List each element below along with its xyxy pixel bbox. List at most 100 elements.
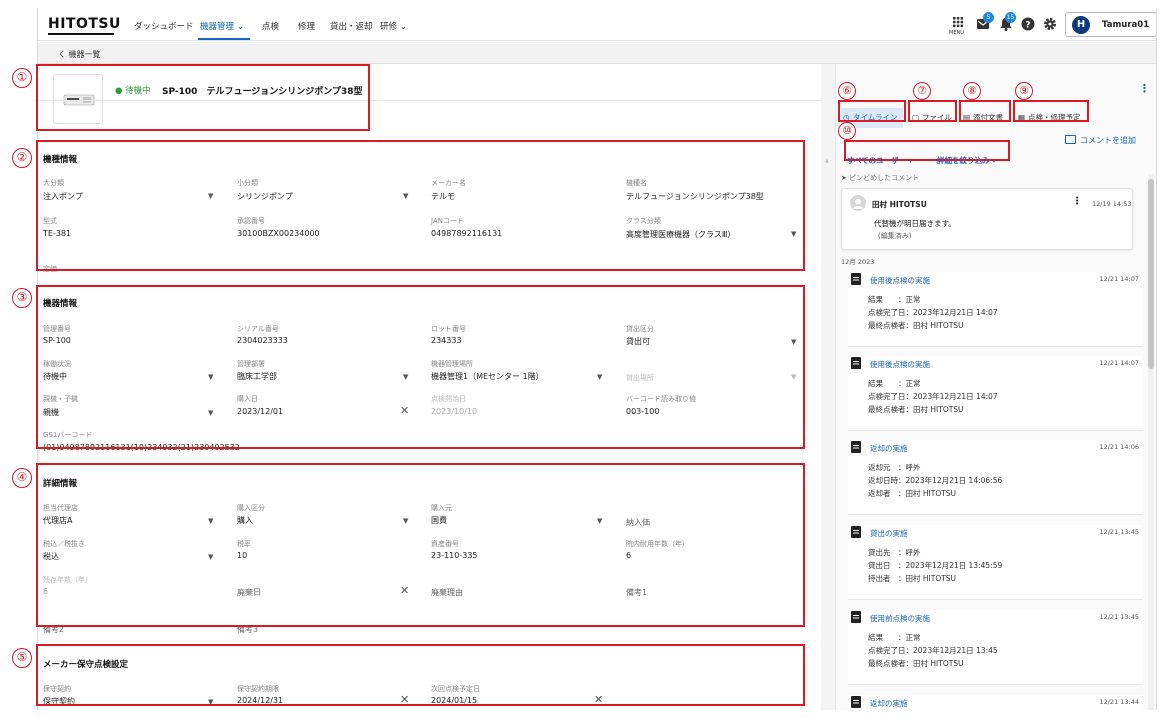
class-select[interactable]: 高度管理医療機器（クラスⅢ） xyxy=(626,229,735,240)
user-menu[interactable]: H Tamura01 xyxy=(1065,12,1156,37)
clear-icon[interactable]: ✕ xyxy=(400,693,409,706)
field-label: GS1バーコード xyxy=(43,431,93,439)
app-logo[interactable]: HITOTSU xyxy=(48,16,121,32)
nav-inspection[interactable]: 点検 xyxy=(262,20,279,32)
chevron-down-icon[interactable]: ▼ xyxy=(208,517,213,525)
tab-attachment[interactable]: ▤ 添付文書 xyxy=(961,108,1011,128)
tab-inspection-plan[interactable]: ▦ 点検・修理予定 xyxy=(1016,108,1090,128)
timeline-item-time: 12/21 14:07 xyxy=(1099,275,1139,283)
timeline-item-title[interactable]: 使用後点検の実施 xyxy=(870,359,930,370)
chevron-down-icon[interactable]: ▼ xyxy=(597,373,602,381)
chevron-down-icon[interactable]: ▼ xyxy=(208,553,213,561)
contract-expiry-field[interactable]: 2024/12/31 xyxy=(237,696,283,705)
lend-icon xyxy=(851,526,861,538)
section-maker-maintenance-title: メーカー保守点検設定 xyxy=(43,660,129,670)
nav-training[interactable]: 研修 ⌄ xyxy=(380,20,407,32)
user-filter-dropdown[interactable]: すべてのユーザー ▾ xyxy=(847,155,912,166)
nav-lending[interactable]: 貸出・返却 xyxy=(330,20,373,32)
timeline-item-detail: 返却者 ：田村 HITOTSU xyxy=(868,489,957,498)
breadcrumb-back-link[interactable]: く 機器一覧 xyxy=(58,49,101,60)
jan-code-field[interactable]: 04987892116131 xyxy=(431,229,502,238)
add-comment-button[interactable]: コメントを追加 xyxy=(1065,135,1136,146)
model-number-field[interactable]: TE-381 xyxy=(43,229,71,238)
note2-field[interactable]: 備考2 xyxy=(43,624,64,635)
note1-field[interactable]: 備考1 xyxy=(626,587,647,598)
purchase-type-select[interactable]: 購入 xyxy=(237,515,253,526)
field-label: バーコード読み取り値 xyxy=(626,395,696,403)
useful-life-field[interactable]: 6 xyxy=(626,551,631,560)
list-price-field[interactable]: 定価 xyxy=(43,264,57,274)
chevron-down-icon[interactable]: ▼ xyxy=(791,373,796,381)
tax-rate-field[interactable]: 10 xyxy=(237,551,247,560)
clear-icon[interactable]: ✕ xyxy=(594,693,603,706)
field-label: 型式 xyxy=(43,217,57,225)
maker-name-field[interactable]: テルモ xyxy=(431,191,455,202)
tax-type-select[interactable]: 税込 xyxy=(43,551,59,562)
chevron-down-icon[interactable]: ▼ xyxy=(403,373,408,381)
field-label: 購入区分 xyxy=(237,504,265,512)
operation-status-select[interactable]: 待機中 xyxy=(43,371,67,382)
parent-child-select[interactable]: 親機 xyxy=(43,407,59,418)
mail-badge: 5 xyxy=(983,12,994,23)
nav-dashboard[interactable]: ダッシュボード xyxy=(134,20,194,32)
annotation-number-4: ④ xyxy=(12,468,32,488)
timeline-item-title[interactable]: 使用後点検の実施 xyxy=(870,275,930,286)
timeline-pane: ⋮ ◷ タイムライン ▢ ファイル ▤ 添付文書 ▦ 点検・修理予定 コメントを… xyxy=(835,64,1156,710)
timeline-item-title[interactable]: 返却の実施 xyxy=(870,443,908,454)
tab-attachment-label: 添付文書 xyxy=(973,113,1003,122)
chevron-down-icon[interactable]: ▼ xyxy=(208,373,213,381)
timeline-item-title[interactable]: 返却の実施 xyxy=(870,698,908,709)
delivery-price-field[interactable]: 納入価 xyxy=(626,517,650,528)
chevron-down-icon[interactable]: ▼ xyxy=(208,192,213,200)
more-vert-icon[interactable]: ⋮ xyxy=(1139,82,1150,95)
approval-number-field[interactable]: 30100BZX00234000 xyxy=(237,229,320,238)
nav-repair[interactable]: 修理 xyxy=(298,20,315,32)
annotation-number-3: ③ xyxy=(12,288,32,308)
pinned-label-text: ピンどめしたコメント xyxy=(849,174,920,182)
disposal-date-field[interactable]: 廃棄日 xyxy=(237,587,261,598)
serial-number-field[interactable]: 2304023333 xyxy=(237,336,288,345)
gear-icon[interactable] xyxy=(1042,16,1058,32)
timeline-scrollbar-thumb[interactable] xyxy=(1148,179,1154,369)
timeline-item: 返却の実施 12/21 13:44 xyxy=(848,695,1143,710)
agency-select[interactable]: 代理店A xyxy=(43,515,72,526)
location-select[interactable]: 機器管理1（MEセンター 1階） xyxy=(431,371,544,382)
timeline-item-title[interactable]: 使用前点検の実施 xyxy=(870,613,930,624)
chevron-down-icon[interactable]: ▼ xyxy=(403,517,408,525)
purchase-source-select[interactable]: 国費 xyxy=(431,515,447,526)
comment-menu-icon[interactable]: ⋮ xyxy=(1072,196,1082,207)
gs1-barcode-field[interactable]: (01)04987892116131(10)234032(21)23040253… xyxy=(43,443,240,452)
department-select[interactable]: 臨床工学部 xyxy=(237,371,277,382)
lending-location-select[interactable]: 貸出場所 xyxy=(626,373,654,383)
major-category-select[interactable]: 注入ポンプ xyxy=(43,191,83,202)
timeline-item-title[interactable]: 貸出の実施 xyxy=(870,528,908,539)
note3-field[interactable]: 備考3 xyxy=(237,624,258,635)
management-number-field[interactable]: SP-100 xyxy=(43,336,71,345)
field-label: シリアル番号 xyxy=(237,325,279,333)
tab-file[interactable]: ▢ ファイル xyxy=(910,108,956,128)
chevron-down-icon[interactable]: ▼ xyxy=(208,698,213,706)
nav-device-management[interactable]: 機器管理 ⌄ xyxy=(200,20,244,32)
chevron-down-icon[interactable]: ▼ xyxy=(403,192,408,200)
purchase-date-field[interactable]: 2023/12/01 xyxy=(237,407,283,416)
chevron-down-icon[interactable]: ▼ xyxy=(791,338,796,346)
help-icon[interactable]: ? xyxy=(1020,16,1036,32)
field-label: 購入日 xyxy=(237,395,258,403)
maintenance-contract-select[interactable]: 保守契約 xyxy=(43,696,75,707)
detail-filter-dropdown[interactable]: 詳細を絞り込み ▾ xyxy=(937,155,996,166)
clear-icon[interactable]: ✕ xyxy=(400,404,409,417)
section-device-info-title: 機器情報 xyxy=(43,299,78,309)
chevron-down-icon[interactable]: ▼ xyxy=(791,230,796,238)
chevron-down-icon[interactable]: ▼ xyxy=(208,409,213,417)
barcode-value-field[interactable]: 003-100 xyxy=(626,407,659,416)
disposal-reason-field[interactable]: 廃棄理由 xyxy=(431,587,463,598)
minor-category-select[interactable]: シリンジポンプ xyxy=(237,191,293,202)
model-name-field[interactable]: テルフュージョンシリンジポンプ38型 xyxy=(626,191,764,202)
asset-number-field[interactable]: 23-110-335 xyxy=(431,551,478,560)
next-inspection-date-field[interactable]: 2024/01/15 xyxy=(431,696,477,705)
pane-divider[interactable]: ▲ xyxy=(821,64,835,710)
clear-icon[interactable]: ✕ xyxy=(400,584,409,597)
lending-class-select[interactable]: 貸出可 xyxy=(626,336,650,347)
chevron-down-icon[interactable]: ▼ xyxy=(597,517,602,525)
lot-number-field[interactable]: 234333 xyxy=(431,336,462,345)
